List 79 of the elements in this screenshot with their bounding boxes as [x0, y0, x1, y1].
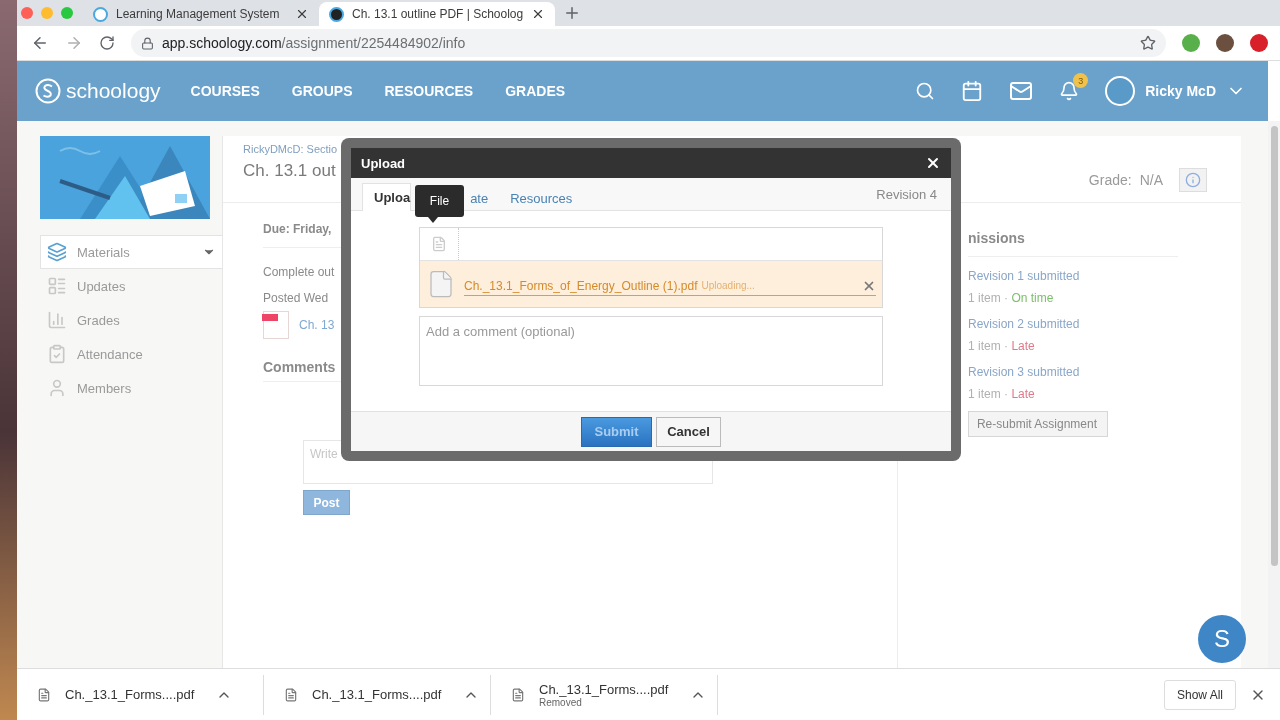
- post-button[interactable]: Post: [303, 490, 350, 515]
- breadcrumb-link[interactable]: RickyDMcD: Sectio: [243, 143, 338, 155]
- download-item[interactable]: Ch._13.1_Forms....pdf Removed: [491, 674, 718, 715]
- lock-icon: [141, 36, 154, 50]
- address-bar[interactable]: app.schoology.com/assignment/2254484902/info: [131, 29, 1166, 57]
- nav-link[interactable]: RESOURCES: [384, 83, 474, 99]
- dialog-title: Upload: [361, 155, 406, 171]
- reload-icon[interactable]: [99, 35, 115, 51]
- logo-text: schoology: [66, 79, 161, 103]
- file-icon: [511, 687, 525, 702]
- comment-field[interactable]: Add a comment (optional): [419, 316, 883, 386]
- revision-link[interactable]: Revision 3 submitted: [968, 365, 1241, 379]
- grade-label: Grade:: [1088, 172, 1132, 188]
- logo-icon: [35, 78, 61, 104]
- revision-meta: 1 item · On time: [968, 291, 1055, 305]
- list-icon: [47, 276, 67, 296]
- description-text: Complete out: [263, 265, 336, 279]
- clipboard-icon: [47, 344, 67, 364]
- favicon-icon: [329, 6, 344, 22]
- submissions-heading: nissions: [968, 230, 1178, 257]
- dialog-tab[interactable]: Uploa: [362, 183, 412, 211]
- pdf-icon: [263, 311, 289, 339]
- nav-link[interactable]: GRADES: [505, 83, 566, 99]
- sidebar-item[interactable]: Updates: [40, 269, 222, 303]
- search-icon[interactable]: [915, 81, 936, 101]
- user-icon: [47, 378, 67, 398]
- window-close-button[interactable]: [21, 7, 33, 19]
- back-icon[interactable]: [31, 34, 49, 52]
- sidebar-item[interactable]: Members: [40, 371, 222, 405]
- download-item[interactable]: Ch._13.1_Forms....pdf: [37, 674, 264, 715]
- extension-icon[interactable]: [1250, 34, 1268, 52]
- favicon-icon: [93, 6, 108, 22]
- url-text: app.schoology.com/assignment/2254484902/info: [162, 35, 466, 51]
- dialog-tab[interactable]: Resources: [499, 185, 584, 211]
- file-icon[interactable]: [431, 236, 447, 252]
- profile-avatar[interactable]: [1216, 34, 1234, 52]
- bell-icon[interactable]: [1059, 81, 1080, 101]
- attachment-link[interactable]: Ch. 13: [299, 318, 335, 332]
- sidebar-item[interactable]: Grades: [40, 303, 222, 337]
- show-all-button[interactable]: Show All: [1164, 679, 1236, 710]
- assignment-title: Ch. 13.1 out: [243, 161, 337, 181]
- browser-tab[interactable]: Learning Management System: [83, 2, 319, 26]
- star-icon[interactable]: [1140, 35, 1156, 51]
- forward-icon[interactable]: [65, 34, 83, 52]
- revision-meta: 1 item · Late: [968, 339, 1036, 353]
- resubmit-button[interactable]: Re-submit Assignment: [968, 411, 1108, 437]
- calendar-icon[interactable]: [961, 80, 984, 102]
- user-avatar[interactable]: [1105, 76, 1136, 106]
- sidebar-item[interactable]: Materials: [40, 235, 222, 269]
- download-item[interactable]: Ch._13.1_Forms....pdf: [264, 674, 491, 715]
- window-zoom-button[interactable]: [61, 7, 73, 19]
- sidebar-item[interactable]: Attendance: [40, 337, 222, 371]
- upload-status: Uploading...: [701, 280, 756, 291]
- bar-chart-icon: [47, 310, 67, 330]
- revision-meta: 1 item · Late: [968, 387, 1036, 401]
- extension-icon[interactable]: [1182, 34, 1200, 52]
- tooltip: File: [415, 185, 464, 223]
- info-button[interactable]: [1179, 168, 1207, 192]
- notification-badge: 3: [1073, 73, 1089, 88]
- cancel-button[interactable]: Cancel: [656, 416, 721, 447]
- nav-link[interactable]: GROUPS: [291, 83, 353, 99]
- revision-link[interactable]: Revision 1 submitted: [968, 269, 1241, 283]
- nav-link[interactable]: COURSES: [190, 83, 260, 99]
- file-icon: [37, 687, 51, 702]
- file-icon: [284, 687, 298, 702]
- browser-tab[interactable]: Ch. 13.1 outline PDF | Schoolog: [319, 2, 556, 26]
- revision-link[interactable]: Revision 2 submitted: [968, 317, 1241, 331]
- close-icon[interactable]: [295, 7, 309, 21]
- submit-button[interactable]: Submit: [581, 416, 652, 447]
- close-icon[interactable]: [925, 155, 941, 171]
- due-date: Due: Friday,: [263, 222, 332, 236]
- grade-value: N/A: [1139, 172, 1163, 188]
- file-name: Ch._13.1_Forms_of_Energy_Outline (1).pdf: [464, 278, 698, 293]
- revision-number: Revision 4: [876, 186, 937, 202]
- mail-icon[interactable]: [1009, 79, 1034, 103]
- layers-icon: [47, 242, 67, 262]
- user-name[interactable]: Ricky McD: [1145, 83, 1216, 99]
- posted-date: Posted Wed: [263, 291, 330, 305]
- scrollbar-thumb[interactable]: [1270, 126, 1278, 566]
